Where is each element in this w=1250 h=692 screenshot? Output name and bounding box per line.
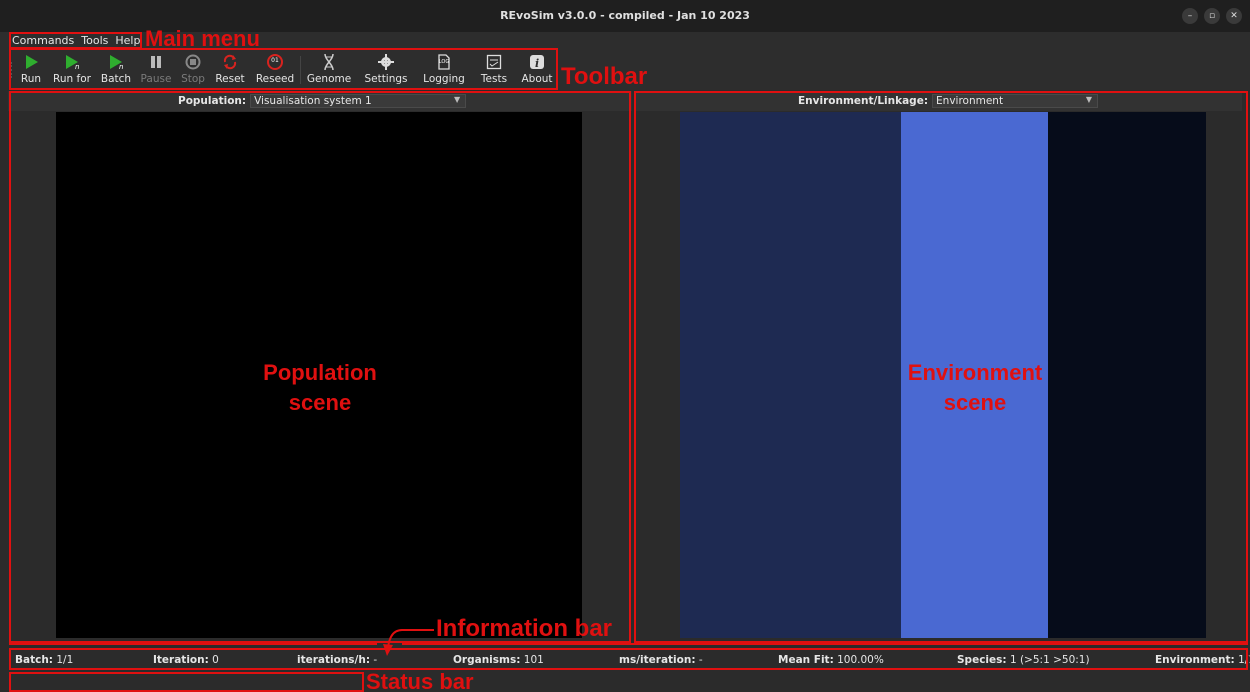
window-controls: – ▫ ✕ — [1182, 8, 1242, 24]
toolbar-highlight — [9, 48, 558, 90]
maximize-button[interactable]: ▫ — [1204, 8, 1220, 24]
close-button[interactable]: ✕ — [1226, 8, 1242, 24]
arrow-icon — [383, 629, 434, 656]
population-annotation: Population scene — [230, 358, 410, 418]
status-bar-annotation: Status bar — [366, 669, 474, 692]
environment-annotation-line: Environment — [907, 360, 1043, 385]
toolbar-annotation: Toolbar — [561, 63, 648, 90]
population-annotation-line: Population — [263, 360, 377, 385]
information-bar-bracket — [9, 643, 377, 645]
environment-annotation: Environment scene — [875, 358, 1075, 418]
main-menu-highlight — [9, 32, 142, 49]
status-bar-highlight — [9, 672, 364, 692]
minimize-button[interactable]: – — [1182, 8, 1198, 24]
information-bar-highlight — [9, 648, 1248, 670]
main-menu-annotation: Main menu — [145, 26, 260, 51]
information-bar-annotation: Information bar — [436, 615, 613, 642]
population-annotation-line: scene — [288, 390, 352, 415]
window-title: REvoSim v3.0.0 - compiled - Jan 10 2023 — [500, 9, 750, 22]
information-bar-bracket — [402, 643, 1248, 645]
environment-annotation-line: scene — [943, 390, 1007, 415]
